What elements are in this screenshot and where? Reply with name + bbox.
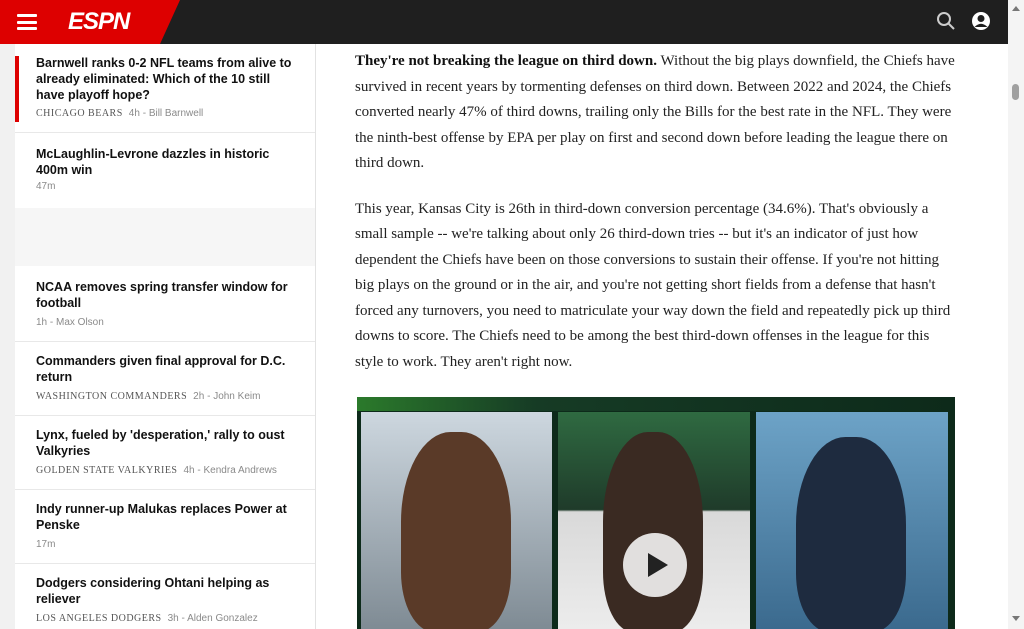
story-item[interactable]: Indy runner-up Malukas replaces Power at… xyxy=(15,490,315,563)
story-team: WASHINGTON COMMANDERS xyxy=(36,391,188,402)
sidebar-gutter xyxy=(0,44,15,629)
story-author: Kendra Andrews xyxy=(197,465,277,476)
espn-logo-link[interactable]: ESPN xyxy=(54,0,180,44)
story-author: Alden Gonzalez xyxy=(182,613,258,624)
hamburger-menu-icon xyxy=(17,14,37,30)
video-player[interactable] xyxy=(357,397,955,629)
paragraph-text: Without the big plays downfield, the Chi… xyxy=(355,53,955,171)
video-banner xyxy=(357,397,955,411)
story-item[interactable]: Commanders given final approval for D.C.… xyxy=(15,342,315,415)
story-item[interactable]: McLaughlin-Levrone dazzles in historic 4… xyxy=(15,133,315,207)
story-time: 4h xyxy=(183,465,195,476)
video-panel-right xyxy=(756,412,948,629)
story-title[interactable]: Lynx, fueled by 'desperation,' rally to … xyxy=(36,427,296,459)
scroll-up-arrow-icon[interactable] xyxy=(1012,6,1020,11)
paragraph-lead: They're not breaking the league on third… xyxy=(355,53,657,69)
story-author: Bill Barnwell xyxy=(143,108,204,119)
story-title[interactable]: NCAA removes spring transfer window for … xyxy=(36,279,296,311)
espn-logo: ESPN xyxy=(68,8,130,35)
story-team: GOLDEN STATE VALKYRIES xyxy=(36,465,178,476)
story-team: LOS ANGELES DODGERS xyxy=(36,613,162,624)
article-paragraph: They're not breaking the league on third… xyxy=(355,49,955,177)
story-time: 2h xyxy=(193,391,205,402)
story-time: 47m xyxy=(36,181,56,192)
story-time: 3h xyxy=(167,613,179,624)
story-team: CHICAGO BEARS xyxy=(36,108,123,119)
menu-button[interactable] xyxy=(0,0,54,44)
story-author: Max Olson xyxy=(50,317,104,328)
play-button[interactable] xyxy=(623,533,687,597)
headlines-sidebar: Barnwell ranks 0-2 NFL teams from alive … xyxy=(0,44,316,629)
scroll-thumb[interactable] xyxy=(1012,84,1019,100)
story-author: John Keim xyxy=(207,391,260,402)
story-title[interactable]: Commanders given final approval for D.C.… xyxy=(36,353,296,385)
story-meta: GOLDEN STATE VALKYRIES 4h Kendra Andrews xyxy=(36,465,277,476)
story-title[interactable]: Dodgers considering Ohtani helping as re… xyxy=(36,575,296,607)
user-profile-icon[interactable] xyxy=(970,10,992,32)
story-title[interactable]: Barnwell ranks 0-2 NFL teams from alive … xyxy=(36,55,296,103)
story-time: 4h xyxy=(128,108,140,119)
scroll-down-arrow-icon[interactable] xyxy=(1012,616,1020,621)
story-item[interactable]: NCAA removes spring transfer window for … xyxy=(15,266,315,340)
article-body: They're not breaking the league on third… xyxy=(355,44,955,375)
espn-article-page: ESPN Barnwell ranks 0-2 NFL teams from a… xyxy=(0,0,1024,629)
page-scrollbar[interactable] xyxy=(1008,0,1024,629)
story-meta: 17m xyxy=(36,539,55,550)
story-item[interactable]: Barnwell ranks 0-2 NFL teams from alive … xyxy=(15,44,315,132)
story-meta: 47m xyxy=(36,181,55,192)
search-icon[interactable] xyxy=(935,10,957,32)
story-title[interactable]: McLaughlin-Levrone dazzles in historic 4… xyxy=(36,146,296,178)
sidebar-spacer xyxy=(15,208,315,266)
story-time: 1h xyxy=(36,317,48,328)
story-item[interactable]: Lynx, fueled by 'desperation,' rally to … xyxy=(15,416,315,489)
story-title[interactable]: Indy runner-up Malukas replaces Power at… xyxy=(36,501,296,533)
story-meta: CHICAGO BEARS 4h Bill Barnwell xyxy=(36,108,203,119)
story-meta: WASHINGTON COMMANDERS 2h John Keim xyxy=(36,391,260,402)
site-header: ESPN xyxy=(0,0,1008,44)
article-paragraph: This year, Kansas City is 26th in third-… xyxy=(355,200,951,370)
host-figure xyxy=(401,432,511,629)
host-figure xyxy=(603,432,703,629)
story-meta: LOS ANGELES DODGERS 3h Alden Gonzalez xyxy=(36,613,258,624)
story-meta: 1h Max Olson xyxy=(36,317,104,328)
story-item[interactable]: Dodgers considering Ohtani helping as re… xyxy=(15,564,315,629)
story-time: 17m xyxy=(36,539,56,550)
video-panel-left xyxy=(361,412,552,629)
host-figure xyxy=(796,437,906,629)
